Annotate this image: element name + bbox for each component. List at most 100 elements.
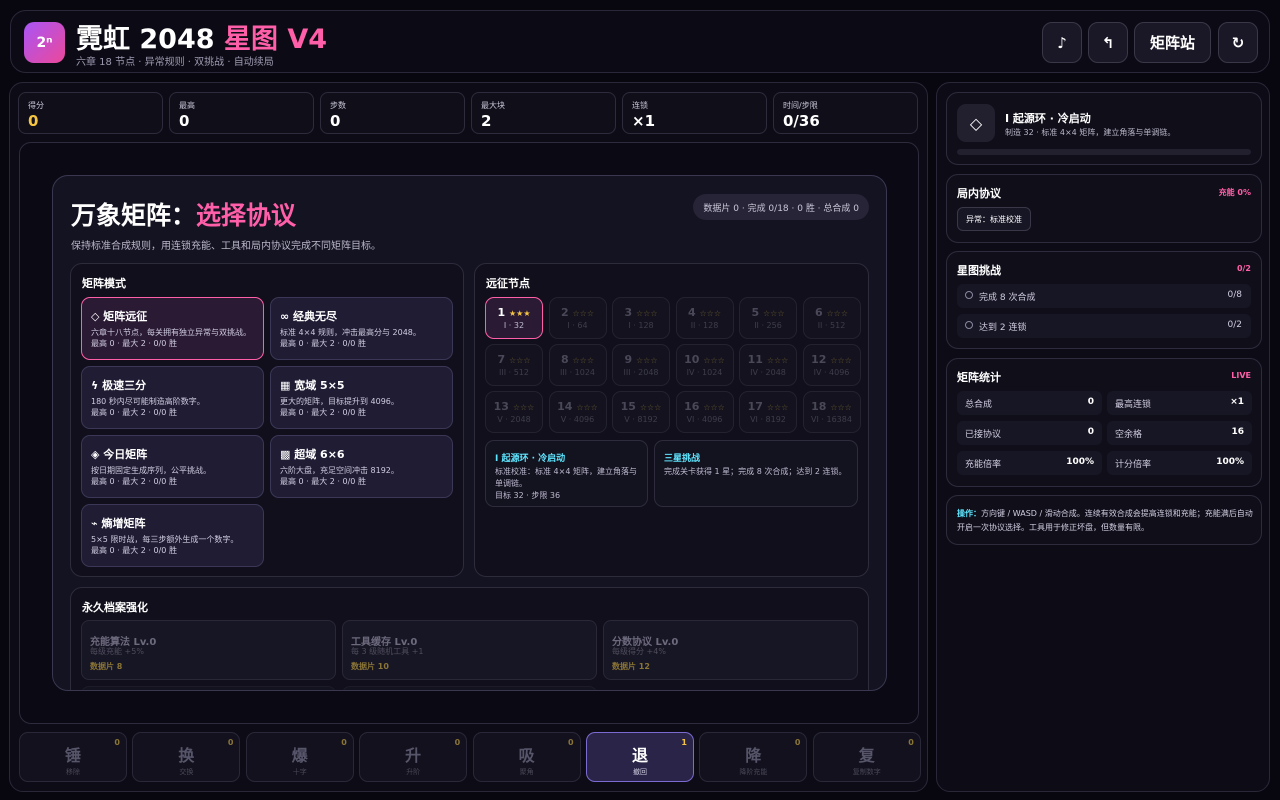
stat-row: 空余格 16 xyxy=(1107,421,1252,445)
tool-glyph: 升 xyxy=(405,746,422,765)
expedition-node[interactable]: 4 ☆☆☆ II · 128 xyxy=(675,297,734,339)
modes-section: 矩阵模式 ◇ 矩阵远征 六章十八节点，每关拥有独立异常与双挑战。 最高 0 · 最大… xyxy=(70,263,464,577)
node-stars: ★★★ xyxy=(508,309,531,318)
node-number: 13 xyxy=(493,400,509,413)
node-info-title: I 起源环 · 冷启动 xyxy=(495,454,566,464)
tool-label: 移除 xyxy=(66,768,80,776)
node-sub: IV · 4096 xyxy=(813,368,850,377)
challenge-info-desc: 完成关卡获得 1 星；完成 8 次合成；达到 2 连锁。 xyxy=(664,467,847,476)
stat-row: 计分倍率 100% xyxy=(1107,451,1252,475)
modal-title-accent: 选择协议 xyxy=(196,201,297,230)
node-title: 1 ★★★ xyxy=(486,306,542,319)
expedition-node[interactable]: 14 ☆☆☆ V · 4096 xyxy=(548,391,607,433)
expedition-node[interactable]: 17 ☆☆☆ VI · 8192 xyxy=(739,391,797,433)
tool-button[interactable]: 0 吸聚角 xyxy=(472,732,581,782)
modal-title-main: 万象矩阵： xyxy=(71,201,197,230)
upgrade-card[interactable] xyxy=(81,686,336,690)
mode-card[interactable]: ϟ 极速三分 180 秒内尽可能制造高阶数字。 最高 0 · 最大 2 · 0/0 … xyxy=(81,366,264,429)
level-card: ◇ I 起源环 · 冷启动 制造 32 · 标准 4×4 矩阵，建立角落与单调链… xyxy=(946,92,1262,165)
matrix-stats-card: 矩阵统计 LIVE 总合成 0 最高连锁 ×1 已接协议 0 空余格 16 充能倍率 100% 计分… xyxy=(946,358,1262,487)
stat-row-label: 总合成 xyxy=(965,400,993,410)
tool-button[interactable]: 0 降降阶充能 xyxy=(699,732,808,782)
expedition-node[interactable]: 8 ☆☆☆ III · 1024 xyxy=(548,344,607,386)
node-stars: ☆☆☆ xyxy=(699,309,721,318)
node-sub: I · 32 xyxy=(503,321,525,330)
expedition-node[interactable]: 6 ☆☆☆ II · 512 xyxy=(802,297,861,339)
mode-title: ▩ 超域 6×6 xyxy=(280,448,345,461)
expedition-node[interactable]: 1 ★★★ I · 32 xyxy=(485,297,543,339)
mode-card[interactable]: ◈ 今日矩阵 按日期固定生成序列，公平挑战。 最高 0 · 最大 2 · 0/0 胜 xyxy=(81,435,264,498)
mode-card[interactable]: ⌁ 熵增矩阵 5×5 限时战，每三步额外生成一个数字。 最高 0 · 最大 2 · … xyxy=(81,504,264,567)
expedition-node[interactable]: 15 ☆☆☆ V · 8192 xyxy=(612,391,670,433)
modal-description: 保持标准合成规则，用连锁充能、工具和局内协议完成不同矩阵目标。 xyxy=(71,241,381,252)
expedition-node[interactable]: 7 ☆☆☆ III · 512 xyxy=(485,344,543,386)
upgrade-card[interactable] xyxy=(342,686,597,690)
undo-button[interactable]: ↰ xyxy=(1088,22,1128,63)
node-number: 16 xyxy=(684,400,700,413)
node-info-line: 标准校准：标准 4×4 矩阵，建立角落与 xyxy=(495,467,637,476)
tool-label: 交换 xyxy=(179,768,194,776)
mode-card[interactable]: ◇ 矩阵远征 六章十八节点，每关拥有独立异常与双挑战。 最高 0 · 最大 2 · … xyxy=(81,297,264,360)
app-title-accent: 星图 V4 xyxy=(223,24,328,55)
tool-glyph: 降 xyxy=(745,746,762,765)
mode-title: ◇ 矩阵远征 xyxy=(91,310,148,323)
tool-button[interactable]: 0 升升阶 xyxy=(359,732,468,782)
undo-icon: ↰ xyxy=(1101,33,1115,52)
game-board[interactable]: 万象矩阵：选择协议 数据片 0 · 完成 0/18 · 0 胜 · 总合成 0 … xyxy=(19,142,919,724)
tool-button[interactable]: 0 爆十字 xyxy=(245,732,354,782)
node-info-card: I 起源环 · 冷启动 标准校准：标准 4×4 矩阵，建立角落与 单调链。 目标… xyxy=(485,440,648,507)
restart-button[interactable]: ↻ xyxy=(1218,22,1258,63)
stat-row: 最高连锁 ×1 xyxy=(1107,391,1252,415)
music-button[interactable]: ♪ xyxy=(1042,22,1082,63)
node-stars: ☆☆☆ xyxy=(703,356,725,365)
expedition-node[interactable]: 10 ☆☆☆ IV · 1024 xyxy=(675,344,734,386)
upgrade-card[interactable]: 充能算法 Lv.0 每级充能 +5% 数据片 8 xyxy=(81,620,336,680)
tool-glyph: 爆 xyxy=(291,746,308,765)
expedition-node[interactable]: 5 ☆☆☆ II · 256 xyxy=(739,297,797,339)
expedition-node[interactable]: 16 ☆☆☆ VI · 4096 xyxy=(675,391,734,433)
node-number: 15 xyxy=(620,400,636,413)
upgrade-card[interactable]: 分数协议 Lv.0 每级得分 +4% 数据片 12 xyxy=(603,620,858,680)
stat-value: ×1 xyxy=(632,112,656,130)
tool-button[interactable]: 0 换交换 xyxy=(132,732,241,782)
tool-button[interactable]: 0 复复制数字 xyxy=(812,732,921,782)
mode-card[interactable]: ∞ 经典无尽 标准 4×4 规则，冲击最高分与 2048。 最高 0 · 最大 2 … xyxy=(270,297,453,360)
expedition-node[interactable]: 18 ☆☆☆ VI · 16384 xyxy=(802,391,861,433)
tool-button[interactable]: 1 退撤回 xyxy=(586,732,694,782)
tool-count: 0 xyxy=(794,738,801,747)
expedition-node[interactable]: 3 ☆☆☆ I · 128 xyxy=(612,297,670,339)
node-stars: ☆☆☆ xyxy=(830,403,852,412)
node-sub: IV · 1024 xyxy=(686,368,723,377)
node-stars: ☆☆☆ xyxy=(572,356,594,365)
nodes-section: 远征节点 1 ★★★ I · 32 2 ☆☆☆ I · 64 3 ☆☆☆ I · 128 4… xyxy=(474,263,869,577)
protocol-heading: 局内协议 xyxy=(957,187,1001,200)
tool-button[interactable]: 0 锤移除 xyxy=(19,732,127,782)
tool-count: 0 xyxy=(114,738,120,747)
matrix-station-button[interactable]: 矩阵站 xyxy=(1134,22,1211,63)
node-sub: VI · 16384 xyxy=(811,415,852,424)
node-sub: III · 512 xyxy=(499,368,529,377)
upgrade-card[interactable]: 工具缓存 Lv.0 每 3 级随机工具 +1 数据片 10 xyxy=(342,620,597,680)
stat-label: 最大块 xyxy=(481,101,505,110)
expedition-node[interactable]: 11 ☆☆☆ IV · 2048 xyxy=(739,344,797,386)
expedition-node[interactable]: 9 ☆☆☆ III · 2048 xyxy=(612,344,670,386)
node-number: 1 xyxy=(497,306,506,319)
mode-card[interactable]: ▩ 超域 6×6 六阶大盘，充足空间冲击 8192。 最高 0 · 最大 2 · 0… xyxy=(270,435,453,498)
stat-box: 步数 0 xyxy=(320,92,465,134)
node-stars: ☆☆☆ xyxy=(576,403,598,412)
node-title: 13 ☆☆☆ xyxy=(486,400,542,413)
upgrade-desc: 每级得分 +4% xyxy=(612,647,666,656)
stat-row: 总合成 0 xyxy=(957,391,1102,415)
expedition-node[interactable]: 12 ☆☆☆ IV · 4096 xyxy=(802,344,861,386)
node-title: 16 ☆☆☆ xyxy=(677,400,733,413)
progress-pill: 数据片 0 · 完成 0/18 · 0 胜 · 总合成 0 xyxy=(693,194,869,220)
node-title: 14 ☆☆☆ xyxy=(550,400,606,413)
stat-row: 已接协议 0 xyxy=(957,421,1102,445)
tool-label: 撤回 xyxy=(633,768,647,776)
node-stars: ☆☆☆ xyxy=(508,356,531,365)
stat-row-value: 16 xyxy=(1231,427,1244,437)
expedition-node[interactable]: 13 ☆☆☆ V · 2048 xyxy=(485,391,543,433)
mode-card[interactable]: ▦ 宽域 5×5 更大的矩阵，目标提升到 4096。 最高 0 · 最大 2 · 0… xyxy=(270,366,453,429)
node-stars: ☆☆☆ xyxy=(766,356,789,365)
expedition-node[interactable]: 2 ☆☆☆ I · 64 xyxy=(548,297,607,339)
